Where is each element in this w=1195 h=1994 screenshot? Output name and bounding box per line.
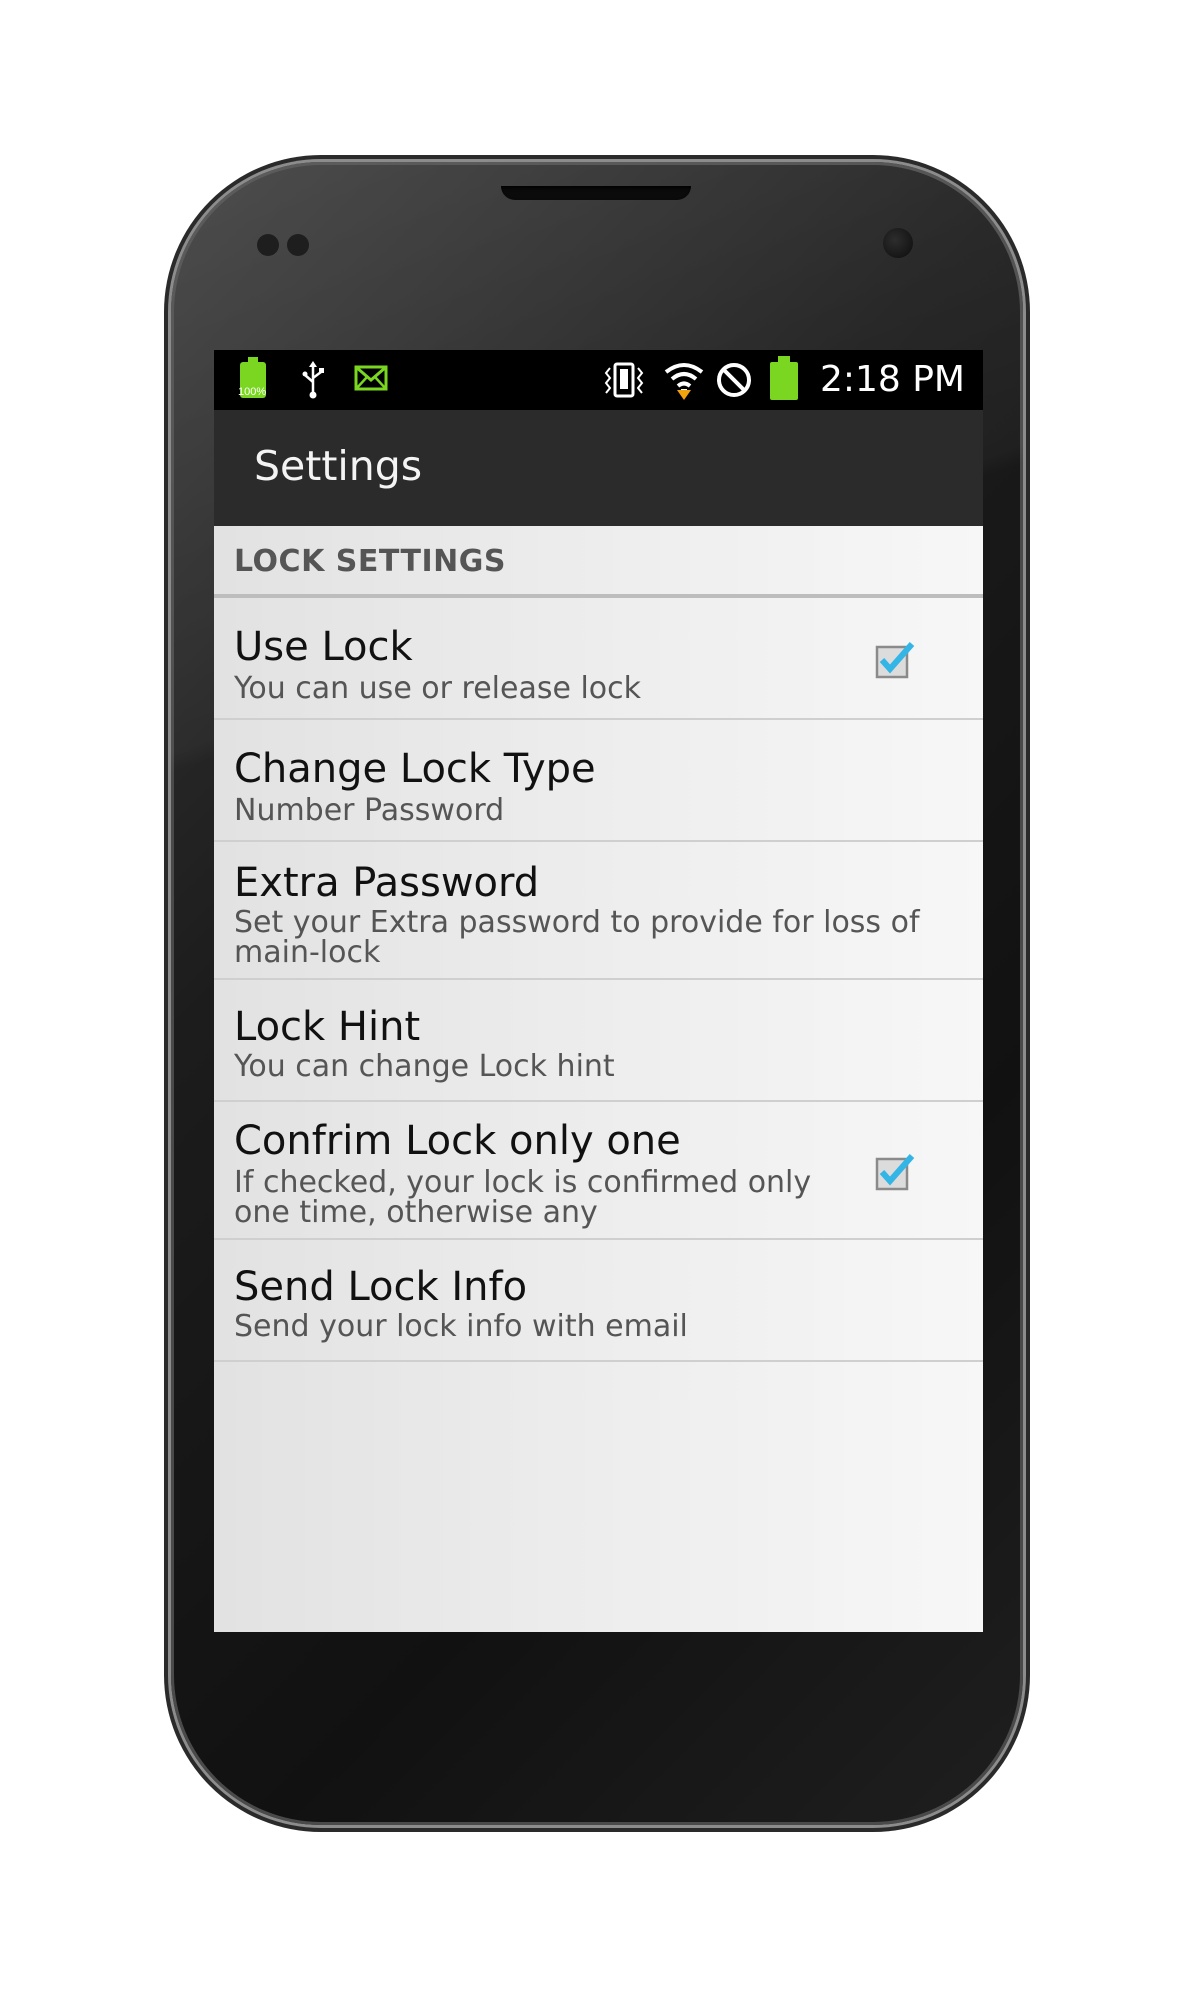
status-clock: 2:18 PM: [819, 359, 965, 400]
pref-summary: You can use or release lock: [234, 671, 642, 706]
no-sim-icon: [714, 360, 754, 400]
pref-title: Send Lock Info: [234, 1264, 528, 1310]
status-bar: 100% 2:18 PM: [214, 350, 983, 410]
action-bar: Settings: [214, 410, 983, 528]
settings-list: LOCK SETTINGS Use Lock You can use or re…: [214, 526, 983, 1632]
pref-summary: Send your lock info with email: [234, 1309, 688, 1344]
pref-title: Lock Hint: [234, 1004, 421, 1050]
use-lock-checkbox[interactable]: [874, 638, 916, 680]
pref-summary: Number Password: [234, 793, 505, 828]
usb-icon: [300, 360, 326, 400]
battery-percent: 100%: [238, 386, 267, 398]
wifi-icon: [662, 358, 706, 402]
pref-lock-hint[interactable]: Lock Hint You can change Lock hint: [214, 980, 983, 1102]
pref-extra-password[interactable]: Extra Password Set your Extra password t…: [214, 842, 983, 980]
proximity-sensor: [257, 234, 279, 256]
pref-send-lock-info[interactable]: Send Lock Info Send your lock info with …: [214, 1240, 983, 1362]
pref-change-lock-type[interactable]: Change Lock Type Number Password: [214, 720, 983, 842]
section-title: LOCK SETTINGS: [234, 544, 506, 579]
pref-use-lock[interactable]: Use Lock You can use or release lock: [214, 598, 983, 720]
page-title: Settings: [254, 442, 423, 490]
pref-summary-line-2: main-lock: [234, 935, 381, 970]
pref-title: Confrim Lock only one: [234, 1118, 681, 1164]
section-header: LOCK SETTINGS: [214, 526, 983, 598]
vibrate-icon: [602, 362, 646, 398]
battery-full-icon: [770, 356, 798, 400]
earpiece-speaker: [501, 186, 691, 200]
device-screen: 100% 2:18 PM Settings LOCK SETTINGS Use …: [214, 350, 983, 1632]
pref-summary-line-2: one time, otherwise any: [234, 1195, 598, 1230]
pref-title: Extra Password: [234, 860, 540, 906]
pref-title: Use Lock: [234, 624, 413, 670]
front-camera: [883, 228, 913, 258]
confirm-lock-checkbox[interactable]: [874, 1150, 916, 1192]
pref-summary: You can change Lock hint: [234, 1049, 615, 1084]
pref-title: Change Lock Type: [234, 746, 596, 792]
checkmark-icon: [875, 1154, 915, 1191]
pref-confirm-lock-only-one[interactable]: Confrim Lock only one If checked, your l…: [214, 1102, 983, 1240]
light-sensor: [287, 234, 309, 256]
checkmark-icon: [875, 642, 915, 679]
mail-icon: [354, 365, 388, 391]
